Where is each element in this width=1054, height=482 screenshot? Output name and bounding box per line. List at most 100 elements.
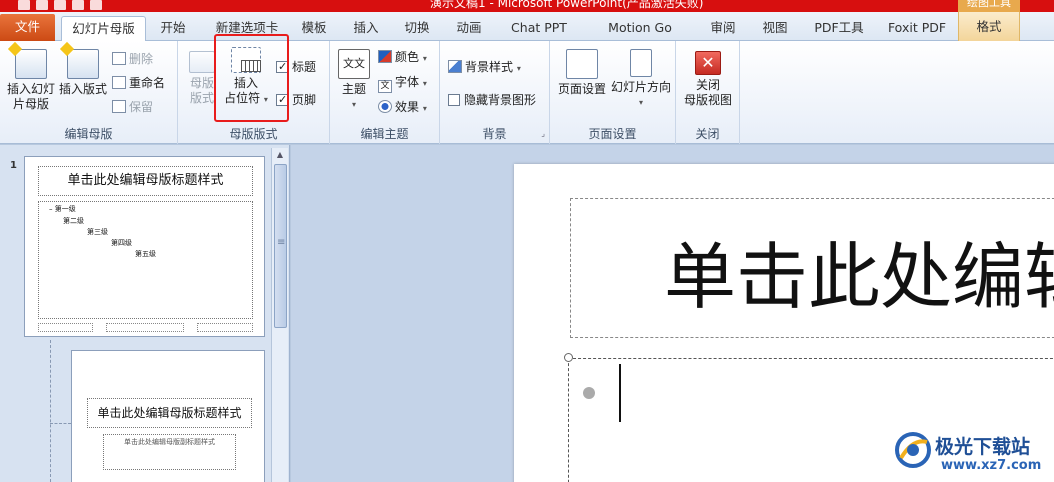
effects-icon: [378, 100, 392, 113]
close-master-view-button[interactable]: ✕ 关闭 母版视图: [678, 51, 738, 108]
title-bar: 演示文稿1 - Microsoft PowerPoint(产品激活失败) 绘图工…: [0, 0, 1054, 12]
slide-number: 1: [10, 160, 17, 171]
thumbnail-title: 单击此处编辑母版标题样式: [87, 398, 252, 428]
slide-orientation-icon: [630, 49, 652, 77]
scroll-thumb[interactable]: [274, 164, 287, 328]
tab-format[interactable]: 格式: [958, 12, 1020, 41]
dropdown-arrow-icon: ▾: [422, 104, 427, 113]
slide-master-thumbnail[interactable]: 单击此处编辑母版标题样式 – 第一级 第二级 第三级 第四级 第五级: [24, 156, 265, 337]
tab-insert[interactable]: 插入: [346, 16, 386, 41]
ribbon-tab-bar: 文件 幻灯片母版 开始 新建选项卡 模板 插入 切换 动画 Chat PPT M…: [0, 12, 1054, 42]
tab-animations[interactable]: 动画: [449, 16, 489, 41]
background-styles-button[interactable]: 背景样式 ▾: [448, 59, 521, 77]
insert-slide-master-button[interactable]: 插入幻灯 片母版: [4, 49, 58, 112]
thumbnail-level: 第四级: [111, 239, 132, 247]
colors-icon: [378, 50, 392, 63]
effects-button[interactable]: 效果 ▾: [378, 99, 427, 117]
dropdown-arrow-icon: ▾: [638, 98, 643, 107]
group-label-background: 背景: [482, 127, 507, 141]
group-label-master-layout: 母版版式: [229, 127, 278, 141]
tab-pdf-tools[interactable]: PDF工具: [808, 16, 870, 41]
group-label-edit-theme: 编辑主题: [360, 127, 409, 141]
dropdown-arrow-icon: ▾: [351, 100, 356, 109]
dialog-launcher-icon[interactable]: ⌟: [541, 129, 545, 138]
save-icon[interactable]: [18, 0, 30, 10]
group-edit-master: 插入幻灯 片母版 插入版式 删除 重命名 保留 编辑母版: [0, 41, 178, 144]
group-close: ✕ 关闭 母版视图 关闭: [676, 41, 740, 144]
dropdown-arrow-icon: ▾: [422, 79, 427, 88]
background-styles-icon: [448, 60, 462, 73]
preserve-button[interactable]: 保留: [112, 99, 153, 115]
group-label-page-setup: 页面设置: [588, 127, 637, 141]
tab-transitions[interactable]: 切换: [397, 16, 437, 41]
thumbnail-footer-date: [38, 323, 93, 332]
insert-slide-master-icon: [15, 49, 47, 79]
page-setup-button[interactable]: 页面设置: [554, 49, 610, 97]
colors-button[interactable]: 颜色 ▾: [378, 49, 427, 67]
thumbnail-level: 第三级: [87, 228, 108, 236]
context-tools-label: 绘图工具: [958, 0, 1020, 12]
delete-button[interactable]: 删除: [112, 51, 153, 67]
tab-file[interactable]: 文件: [0, 14, 55, 41]
tab-foxit-pdf[interactable]: Foxit PDF: [882, 16, 952, 41]
dropdown-arrow-icon: ▾: [422, 54, 427, 63]
fonts-icon: 文: [378, 80, 392, 93]
thumbnail-body-placeholder: – 第一级 第二级 第三级 第四级 第五级: [38, 201, 253, 319]
quick-access-toolbar: [18, 0, 102, 12]
text-cursor: [619, 364, 621, 422]
slide-title-text[interactable]: 单击此处编辑母版标题样式: [664, 218, 1054, 323]
tab-view[interactable]: 视图: [755, 16, 795, 41]
group-label-edit-master: 编辑母版: [64, 127, 113, 141]
resize-handle[interactable]: [564, 353, 573, 362]
dropdown-arrow-icon: ▾: [516, 64, 521, 73]
bullet-icon: [583, 387, 595, 399]
page-setup-icon: [566, 49, 598, 79]
theme-button[interactable]: 文文 主题 ▾: [336, 49, 372, 112]
tab-home[interactable]: 开始: [152, 16, 194, 41]
thumbnail-title: 单击此处编辑母版标题样式: [38, 166, 253, 196]
redo-icon[interactable]: [54, 0, 66, 10]
hide-bg-check-icon: [448, 94, 460, 106]
layout-thumbnail[interactable]: 单击此处编辑母版标题样式 单击此处编辑母版副标题样式: [71, 350, 265, 482]
print-icon[interactable]: [90, 0, 102, 10]
group-edit-theme: 文文 主题 ▾ 颜色 ▾ 文字体 ▾ 效果 ▾ 编辑主题: [330, 41, 440, 144]
rename-button[interactable]: 重命名: [112, 75, 165, 91]
group-background: 背景样式 ▾ 隐藏背景图形 背景 ⌟: [440, 41, 550, 144]
preserve-icon: [112, 100, 126, 113]
watermark: 极光下载站 www.xz7.com: [893, 430, 1053, 480]
insert-layout-icon: [67, 49, 99, 79]
slide-orientation-button[interactable]: 幻灯片方向 ▾: [608, 49, 674, 110]
tab-motion-go[interactable]: Motion Go: [600, 16, 680, 41]
highlight-annotation: [214, 34, 289, 122]
thumbnail-subtitle: 单击此处编辑母版副标题样式: [103, 434, 236, 470]
watermark-logo-icon: [895, 432, 931, 468]
thumbnail-level: 第五级: [135, 250, 156, 258]
theme-icon: 文文: [338, 49, 370, 79]
watermark-url: www.xz7.com: [941, 458, 1042, 473]
thumbnail-level: 第二级: [63, 217, 84, 225]
thumbnail-level: – 第一级: [49, 205, 76, 213]
watermark-text: 极光下载站: [935, 436, 1031, 458]
ribbon: 插入幻灯 片母版 插入版式 删除 重命名 保留 编辑母版 母版 版式 插入 占位…: [0, 41, 1054, 144]
scroll-up-icon[interactable]: ▲: [272, 148, 288, 162]
tab-slide-master[interactable]: 幻灯片母版: [61, 16, 146, 42]
thumbnail-scrollbar[interactable]: ▲: [271, 148, 288, 482]
thumbnail-footer-text: [106, 323, 184, 332]
undo-icon[interactable]: [36, 0, 48, 10]
tab-chat-ppt[interactable]: Chat PPT: [505, 16, 573, 41]
master-layout-icon: [189, 51, 215, 73]
layout-connector: [50, 423, 71, 424]
fonts-button[interactable]: 文字体 ▾: [378, 74, 427, 93]
hide-background-graphics-checkbox[interactable]: 隐藏背景图形: [448, 92, 536, 108]
window-title: 演示文稿1 - Microsoft PowerPoint(产品激活失败): [430, 0, 704, 10]
insert-layout-button[interactable]: 插入版式: [58, 49, 108, 97]
layout-connector: [50, 340, 51, 482]
group-label-close: 关闭: [695, 127, 720, 141]
delete-icon: [112, 52, 126, 65]
rename-icon: [112, 76, 126, 89]
close-icon: ✕: [695, 51, 721, 75]
tab-templates[interactable]: 模板: [294, 16, 334, 41]
group-page-setup: 页面设置 幻灯片方向 ▾ 页面设置: [550, 41, 676, 144]
open-icon[interactable]: [72, 0, 84, 10]
tab-review[interactable]: 审阅: [703, 16, 743, 41]
